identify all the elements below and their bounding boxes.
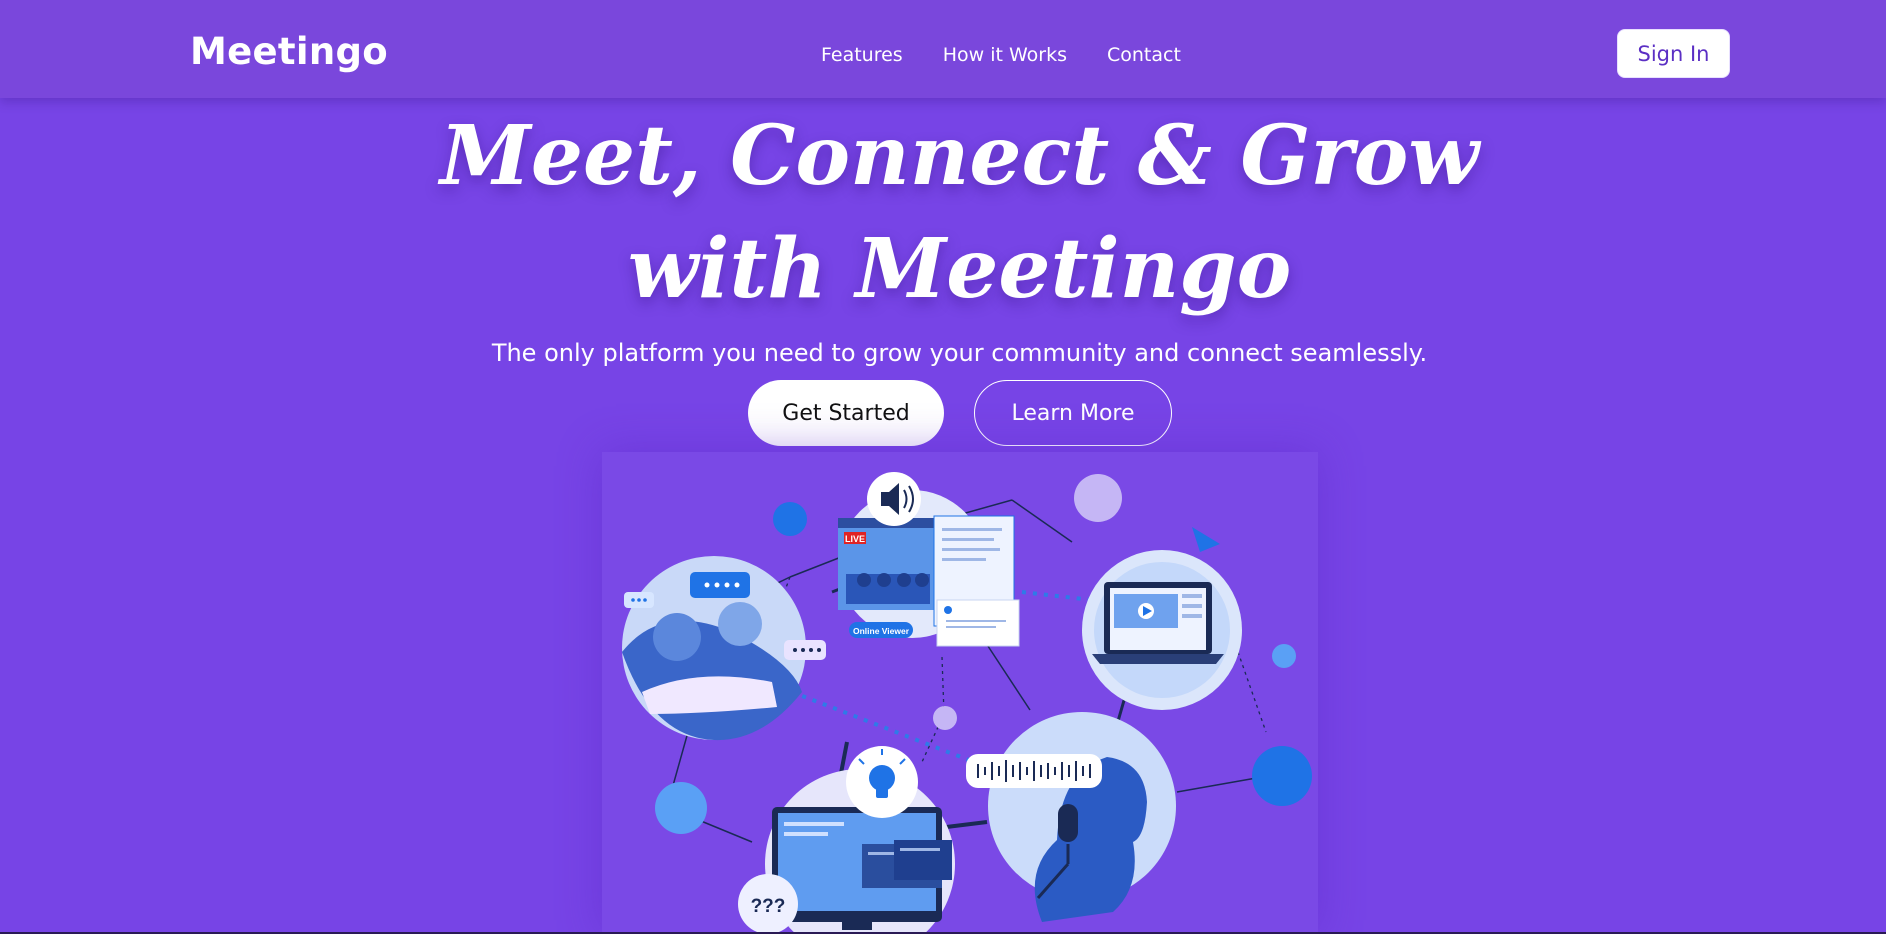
hero-illustration: LIVE Online Viewer ??? (602, 452, 1318, 934)
node-light-blue-small (1272, 644, 1296, 668)
node-lavender-mid (933, 706, 957, 730)
node-blue-small (773, 502, 807, 536)
laptop-icon (1092, 582, 1224, 664)
chat-bubble-icon (690, 572, 750, 598)
hero-title: Meet, Connect & Grow with Meetingo (0, 100, 1886, 326)
sign-in-button[interactable]: Sign In (1617, 29, 1730, 78)
monitor-circle: ??? (738, 746, 955, 934)
node-light-blue-left (655, 782, 707, 834)
node-lavender-top (1074, 474, 1122, 522)
live-badge-text: LIVE (845, 534, 865, 544)
live-stream-circle: LIVE Online Viewer (838, 472, 1020, 647)
navbar: Meetingo Features How it Works Contact S… (0, 0, 1886, 98)
logo[interactable]: Meetingo (190, 30, 388, 73)
learn-more-button[interactable]: Learn More (974, 380, 1172, 446)
question-marks: ??? (751, 896, 786, 917)
nav-link-features[interactable]: Features (821, 44, 903, 66)
monitor-icon (772, 807, 952, 930)
hero-title-line-1: Meet, Connect & Grow (440, 108, 1479, 204)
nav-link-how-it-works[interactable]: How it Works (943, 44, 1067, 66)
hero-subtitle: The only platform you need to grow your … (491, 339, 1428, 367)
nav-link-contact[interactable]: Contact (1107, 44, 1181, 66)
get-started-button[interactable]: Get Started (748, 380, 944, 446)
nav-links: Features How it Works Contact (821, 44, 1181, 66)
node-blue-large (1252, 746, 1312, 806)
hero-title-line-2: with Meetingo (627, 221, 1292, 317)
community-chat-circle (622, 556, 826, 741)
laptop-video-circle (1082, 527, 1242, 710)
podcast-circle (966, 712, 1176, 922)
online-viewer-text: Online Viewer (853, 626, 910, 636)
network-illustration: LIVE Online Viewer ??? (622, 472, 1312, 934)
